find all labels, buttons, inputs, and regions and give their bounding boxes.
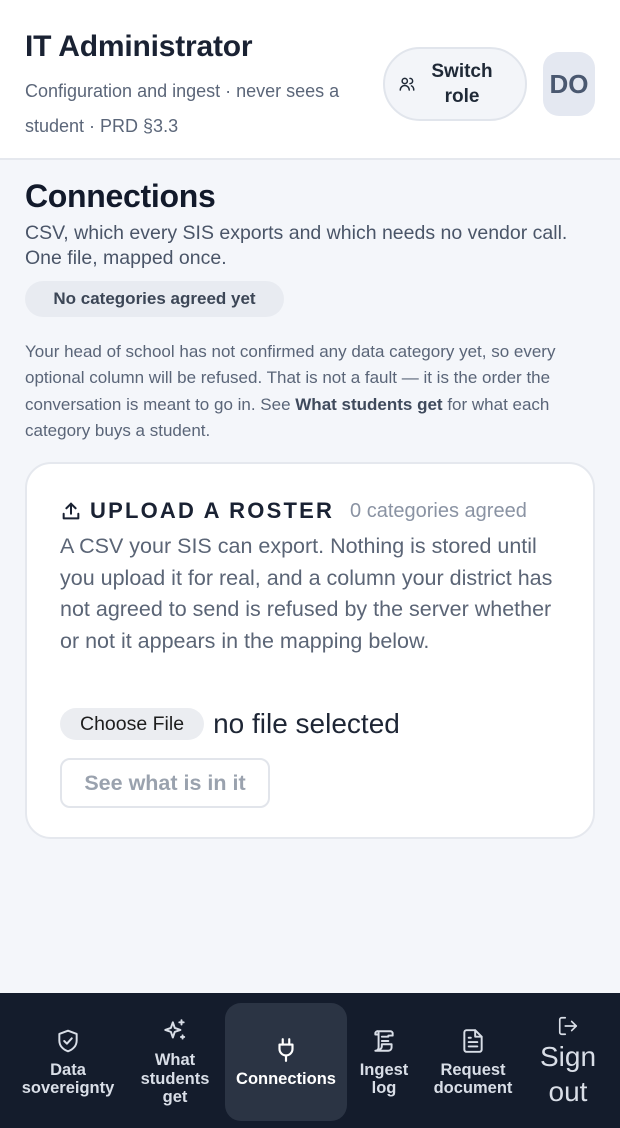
nav-label-line: out (548, 1076, 588, 1107)
category-count: 0 categories agreed (350, 499, 527, 522)
upload-roster-card: UPLOAD A ROSTER 0 categories agreed A CS… (25, 462, 595, 839)
file-status: no file selected (213, 708, 400, 739)
nav-item-connections[interactable]: Connections (225, 1003, 347, 1121)
nav-label-line: Connections (236, 1069, 336, 1088)
nav-item-sign-out[interactable]: Sign out (528, 1003, 608, 1121)
nav-item-request-document[interactable]: Request document (422, 1003, 524, 1121)
users-icon (399, 77, 415, 91)
upload-icon (62, 502, 80, 520)
nav-item-ingest-log[interactable]: Ingest log (350, 1003, 418, 1121)
role-subtitle: Configuration and ingest · never sees a … (25, 81, 340, 136)
what-students-get-link[interactable]: What students get (295, 395, 442, 414)
nav-label-line: sovereignty (21, 1079, 115, 1097)
avatar[interactable]: DO (543, 52, 595, 116)
scroll-icon (374, 1029, 394, 1052)
plug-icon (278, 1037, 294, 1062)
app-header: IT Administrator Configuration and inges… (0, 0, 620, 160)
nav-label-line: log (371, 1079, 397, 1097)
sparkles-icon (164, 1019, 186, 1040)
consent-notice: Your head of school has not confirmed an… (25, 339, 600, 444)
sign-out-icon (558, 1016, 578, 1036)
status-badge: No categories agreed yet (25, 281, 284, 317)
see-what-is-in-it-button[interactable]: See what is in it (60, 758, 270, 808)
nav-label-line: Sign (539, 1041, 597, 1072)
nav-label-line: get (162, 1088, 188, 1107)
nav-label-line: Data (50, 1060, 86, 1079)
switch-role-label: Switch role (431, 61, 493, 107)
nav-label-line: students (140, 1069, 210, 1088)
choose-file-button[interactable]: Choose File (60, 708, 205, 740)
shield-check-icon (58, 1029, 78, 1052)
page-title: Connections (25, 178, 216, 214)
card-title: UPLOAD A ROSTER (90, 498, 335, 523)
card-header: UPLOAD A ROSTER 0 categories agreed (60, 498, 527, 524)
section-description: CSV, which every SIS exports and which n… (25, 222, 568, 269)
nav-label-line: Ingest (359, 1060, 409, 1079)
nav-item-data-sovereignty[interactable]: Data sovereignty (8, 1003, 128, 1121)
nav-label-line: Request (440, 1060, 506, 1079)
file-picker: Choose File no file selected (60, 708, 400, 740)
bottom-nav: Data sovereignty What students get Connecti… (0, 993, 620, 1128)
nav-label-line: What (154, 1051, 196, 1070)
nav-item-what-students-get[interactable]: What students get (128, 1003, 222, 1121)
nav-label-line: document (433, 1079, 513, 1097)
card-description: A CSV your SIS can export. Nothing is st… (60, 534, 553, 653)
document-icon (463, 1028, 483, 1053)
switch-role-button[interactable]: Switch role (383, 47, 527, 121)
role-title: IT Administrator (25, 30, 253, 63)
